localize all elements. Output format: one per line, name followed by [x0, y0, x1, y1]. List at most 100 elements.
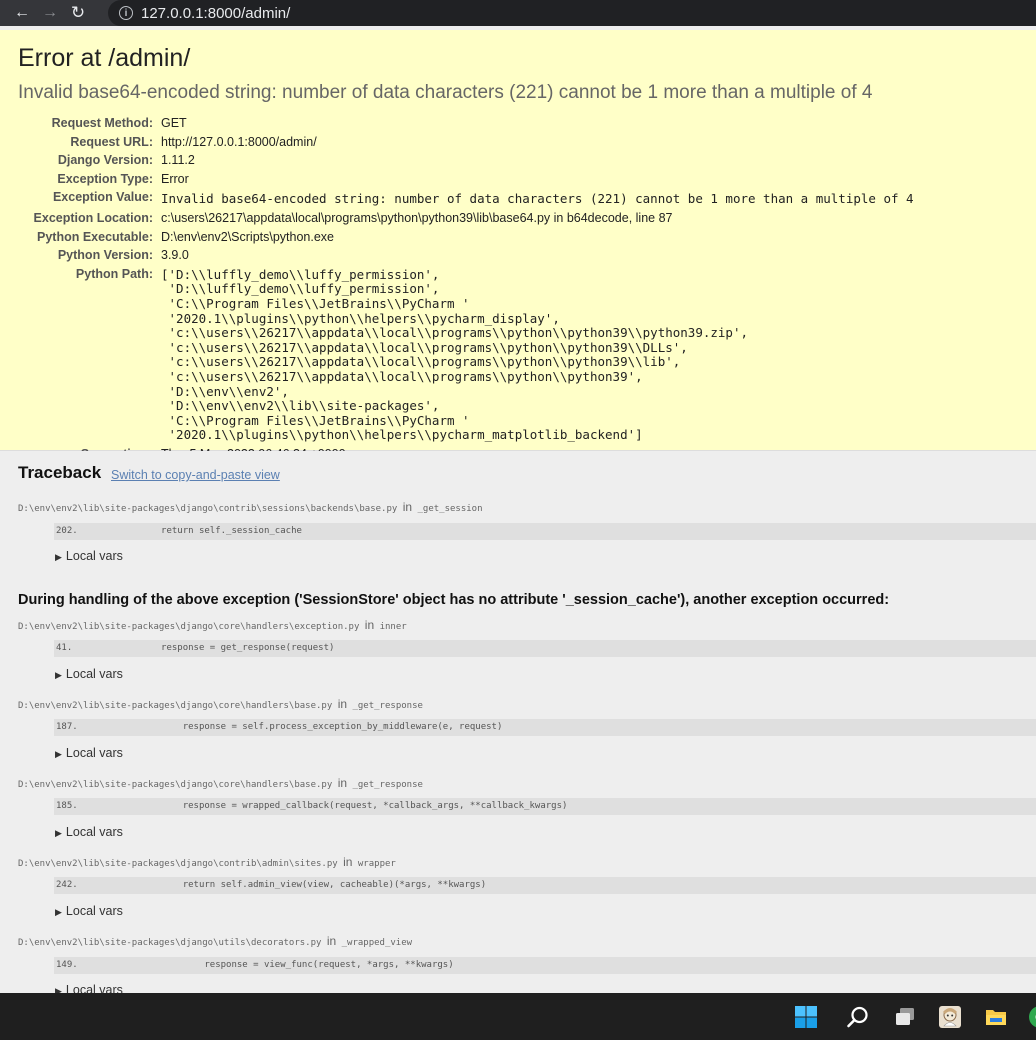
frame-in-label: in: [343, 855, 353, 869]
local-vars-label: Local vars: [65, 904, 123, 918]
meta-label: Python Path:: [75, 266, 153, 281]
code-context-line[interactable]: 242. return self.admin_view(view, cachea…: [54, 877, 1036, 894]
code-text: response = get_response(request): [96, 643, 335, 653]
windows-start-icon[interactable]: [794, 1005, 818, 1029]
local-vars-label: Local vars: [65, 825, 123, 839]
frame-file: D:\env\env2\lib\site-packages\django\uti…: [18, 934, 412, 948]
frame-file: D:\env\env2\lib\site-packages\django\con…: [18, 500, 483, 514]
address-bar[interactable]: i 127.0.0.1:8000/admin/: [108, 0, 1036, 26]
address-url[interactable]: 127.0.0.1:8000/admin/: [141, 5, 290, 22]
error-summary: Error at /admin/ Invalid base64-encoded …: [0, 30, 1036, 461]
meta-label: Python Version:: [57, 248, 153, 263]
frame-function: _get_session: [417, 504, 483, 514]
python-path-entry: 'c:\\users\\26217\\appdata\\local\\progr…: [161, 325, 748, 341]
meta-label: Request URL:: [70, 134, 153, 149]
page-title: Error at /admin/: [18, 44, 191, 72]
local-vars-toggle[interactable]: ▶ Local vars: [55, 746, 123, 760]
meta-value: Error: [161, 171, 189, 186]
code-context-line[interactable]: 187. response = self.process_exception_b…: [54, 719, 1036, 736]
frame-in-label: in: [402, 500, 413, 514]
line-number: 187.: [56, 722, 78, 732]
meta-row: Exception Location: c:\users\26217\appda…: [18, 209, 914, 228]
code-context-line[interactable]: 41. response = get_response(request): [54, 640, 1036, 657]
frame-function: wrapper: [357, 859, 396, 869]
meta-row: Request Method: GET: [18, 114, 914, 133]
site-info-icon[interactable]: i: [119, 6, 133, 20]
chrome-icon[interactable]: [1028, 1005, 1036, 1029]
triangle-right-icon: ▶: [55, 749, 62, 759]
line-number: 242.: [56, 880, 78, 890]
code-text: response = view_func(request, *args, **k…: [96, 960, 454, 970]
frame-function: _get_response: [352, 780, 423, 790]
meta-label: Exception Type:: [57, 171, 153, 186]
frame-in-label: in: [364, 618, 375, 632]
meta-row: Request URL: http://127.0.0.1:8000/admin…: [18, 133, 914, 152]
request-info-table: Request Method: GET Request URL: http://…: [18, 114, 914, 463]
python-path-entry: 'c:\\users\\26217\\appdata\\local\\progr…: [161, 339, 688, 355]
back-icon[interactable]: ←: [8, 0, 36, 26]
python-path-entry: 'c:\\users\\26217\\appdata\\local\\progr…: [161, 368, 643, 384]
python-path-entry: 'C:\\Program Files\\JetBrains\\PyCharm ': [161, 412, 470, 428]
exception-value: Invalid base64-encoded string: number of…: [161, 191, 914, 207]
file-explorer-icon[interactable]: [984, 1005, 1008, 1029]
local-vars-label: Local vars: [65, 746, 123, 760]
meta-value: 3.9.0: [161, 248, 189, 263]
taskbar: [0, 993, 1036, 1040]
triangle-right-icon: ▶: [55, 907, 62, 917]
local-vars-label: Local vars: [65, 667, 123, 681]
copy-paste-view-link[interactable]: Switch to copy-and-paste view: [111, 468, 280, 482]
triangle-right-icon: ▶: [55, 670, 62, 680]
code-context-line[interactable]: 202. return self._session_cache: [54, 523, 1036, 540]
code-context-line[interactable]: 185. response = wrapped_callback(request…: [54, 798, 1036, 815]
local-vars-toggle[interactable]: ▶ Local vars: [55, 667, 123, 681]
task-view-icon[interactable]: [893, 1005, 917, 1029]
reload-icon[interactable]: ↻: [64, 0, 92, 26]
triangle-right-icon: ▶: [55, 828, 62, 838]
search-icon[interactable]: [846, 1005, 870, 1029]
meta-row: Exception Type: Error: [18, 170, 914, 189]
frame-file-path: D:\env\env2\lib\site-packages\django\cor…: [18, 780, 333, 790]
frame-file: D:\env\env2\lib\site-packages\django\cor…: [18, 776, 423, 790]
frame-in-label: in: [337, 776, 348, 790]
chained-exception-message: During handling of the above exception (…: [18, 592, 890, 608]
meta-value: 1.11.2: [161, 153, 195, 168]
python-path-entry: 'D:\\luffly_demo\\luffy_permission',: [161, 281, 440, 297]
app-avatar-icon[interactable]: [938, 1005, 962, 1029]
line-number: 202.: [56, 526, 78, 536]
local-vars-toggle[interactable]: ▶ Local vars: [55, 549, 123, 563]
python-path-entry: 'D:\\env\\env2',: [161, 383, 289, 399]
meta-label: Django Version:: [57, 153, 153, 168]
meta-row: Python Executable: D:\env\env2\Scripts\p…: [18, 228, 914, 247]
meta-label: Exception Value:: [52, 190, 153, 205]
meta-value: c:\users\26217\appdata\local\programs\py…: [161, 210, 673, 225]
frame-file-path: D:\env\env2\lib\site-packages\django\con…: [18, 859, 338, 869]
local-vars-label: Local vars: [65, 983, 123, 993]
forward-icon[interactable]: →: [36, 0, 64, 26]
meta-label: Request Method:: [51, 116, 153, 130]
frame-file: D:\env\env2\lib\site-packages\django\cor…: [18, 697, 423, 711]
frame-file-path: D:\env\env2\lib\site-packages\django\con…: [18, 504, 398, 514]
traceback-section: Traceback Switch to copy-and-paste view …: [0, 451, 1036, 993]
local-vars-toggle[interactable]: ▶ Local vars: [55, 825, 123, 839]
meta-row: Exception Value: Invalid base64-encoded …: [18, 188, 914, 209]
local-vars-toggle[interactable]: ▶ Local vars: [55, 904, 123, 918]
python-path-list: ['D:\\luffly_demo\\luffy_permission', 'D…: [161, 265, 914, 445]
meta-label: Python Executable:: [37, 229, 153, 244]
meta-value: http://127.0.0.1:8000/admin/: [161, 134, 317, 149]
python-path-entry: '2020.1\\plugins\\python\\helpers\\pycha…: [161, 427, 643, 443]
triangle-right-icon: ▶: [55, 552, 62, 562]
browser-toolbar: ← → ↻ i 127.0.0.1:8000/admin/: [0, 0, 1036, 26]
frame-function: inner: [379, 622, 407, 632]
code-context-line[interactable]: 149. response = view_func(request, *args…: [54, 957, 1036, 974]
python-path-entry: 'C:\\Program Files\\JetBrains\\PyCharm ': [161, 295, 470, 311]
frame-file-path: D:\env\env2\lib\site-packages\django\uti…: [18, 938, 322, 948]
frame-function: _wrapped_view: [341, 938, 413, 948]
triangle-right-icon: ▶: [55, 986, 62, 993]
code-text: return self.admin_view(view, cacheable)(…: [96, 880, 487, 890]
code-text: response = wrapped_callback(request, *ca…: [96, 801, 568, 811]
traceback-title: Traceback: [18, 463, 102, 482]
frame-in-label: in: [337, 697, 348, 711]
frame-function: _get_response: [352, 701, 423, 711]
local-vars-toggle[interactable]: ▶ Local vars: [55, 983, 123, 993]
meta-value: GET: [161, 116, 187, 130]
